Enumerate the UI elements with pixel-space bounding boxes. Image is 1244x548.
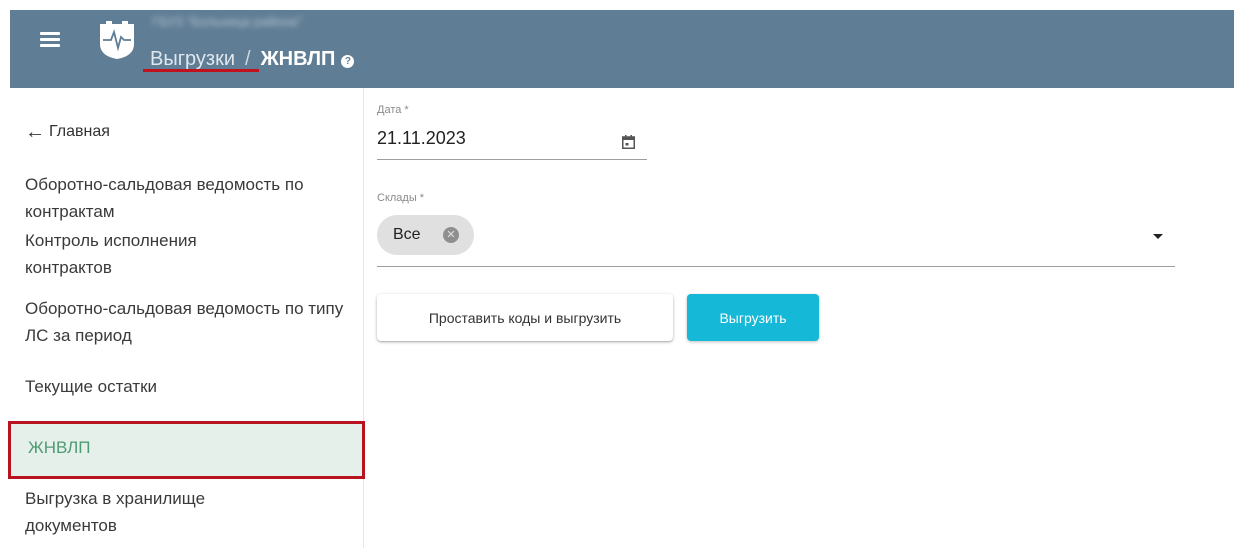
logo-icon bbox=[98, 20, 136, 60]
page-title: ЖНВЛП bbox=[260, 48, 336, 70]
date-field[interactable]: 21.11.2023 bbox=[377, 128, 466, 149]
warehouse-chip-all[interactable]: Все ✕ bbox=[377, 215, 474, 255]
sidebar-item-turnover-drug-type[interactable]: Оборотно-сальдовая ведомость по типу ЛС … bbox=[25, 295, 355, 349]
back-label: Главная bbox=[49, 123, 110, 140]
sidebar-item-document-storage[interactable]: Выгрузка в хранилище документов bbox=[25, 485, 285, 539]
sidebar-item-contract-control[interactable]: Контроль исполнения контрактов bbox=[25, 227, 285, 281]
warehouses-field-label: Склады * bbox=[377, 192, 425, 204]
date-field-underline bbox=[377, 159, 647, 160]
back-to-home-link[interactable]: ← Главная bbox=[25, 122, 110, 142]
help-icon[interactable]: ? bbox=[341, 54, 355, 68]
breadcrumb-separator: / bbox=[245, 48, 251, 70]
calendar-icon[interactable] bbox=[622, 135, 635, 149]
sidebar: ← Главная Оборотно-сальдовая ведомость п… bbox=[0, 88, 365, 548]
breadcrumb-highlight bbox=[143, 69, 259, 72]
sidebar-item-turnover-contracts[interactable]: Оборотно-сальдовая ведомость по контракт… bbox=[25, 171, 355, 225]
chip-remove-icon[interactable]: ✕ bbox=[443, 227, 459, 243]
set-codes-and-export-button[interactable]: Проставить коды и выгрузить bbox=[377, 294, 673, 341]
breadcrumb-exports-link[interactable]: Выгрузки bbox=[150, 48, 235, 71]
organization-name: ГБУЗ "Больница района" bbox=[152, 14, 302, 29]
date-field-label: Дата * bbox=[377, 104, 409, 116]
sidebar-item-label: ЖНВЛП bbox=[28, 438, 91, 457]
breadcrumb: Выгрузки / ЖНВЛП ? bbox=[150, 48, 355, 71]
sidebar-item-current-stock[interactable]: Текущие остатки bbox=[25, 373, 355, 400]
sidebar-item-zhnvlp[interactable]: ЖНВЛП bbox=[8, 421, 365, 479]
arrow-left-icon: ← bbox=[25, 121, 45, 143]
export-button[interactable]: Выгрузить bbox=[687, 294, 819, 341]
chip-label: Все bbox=[393, 226, 421, 243]
dropdown-caret-icon[interactable] bbox=[1153, 234, 1163, 239]
warehouses-field-underline bbox=[377, 266, 1175, 267]
menu-icon[interactable] bbox=[40, 32, 60, 48]
